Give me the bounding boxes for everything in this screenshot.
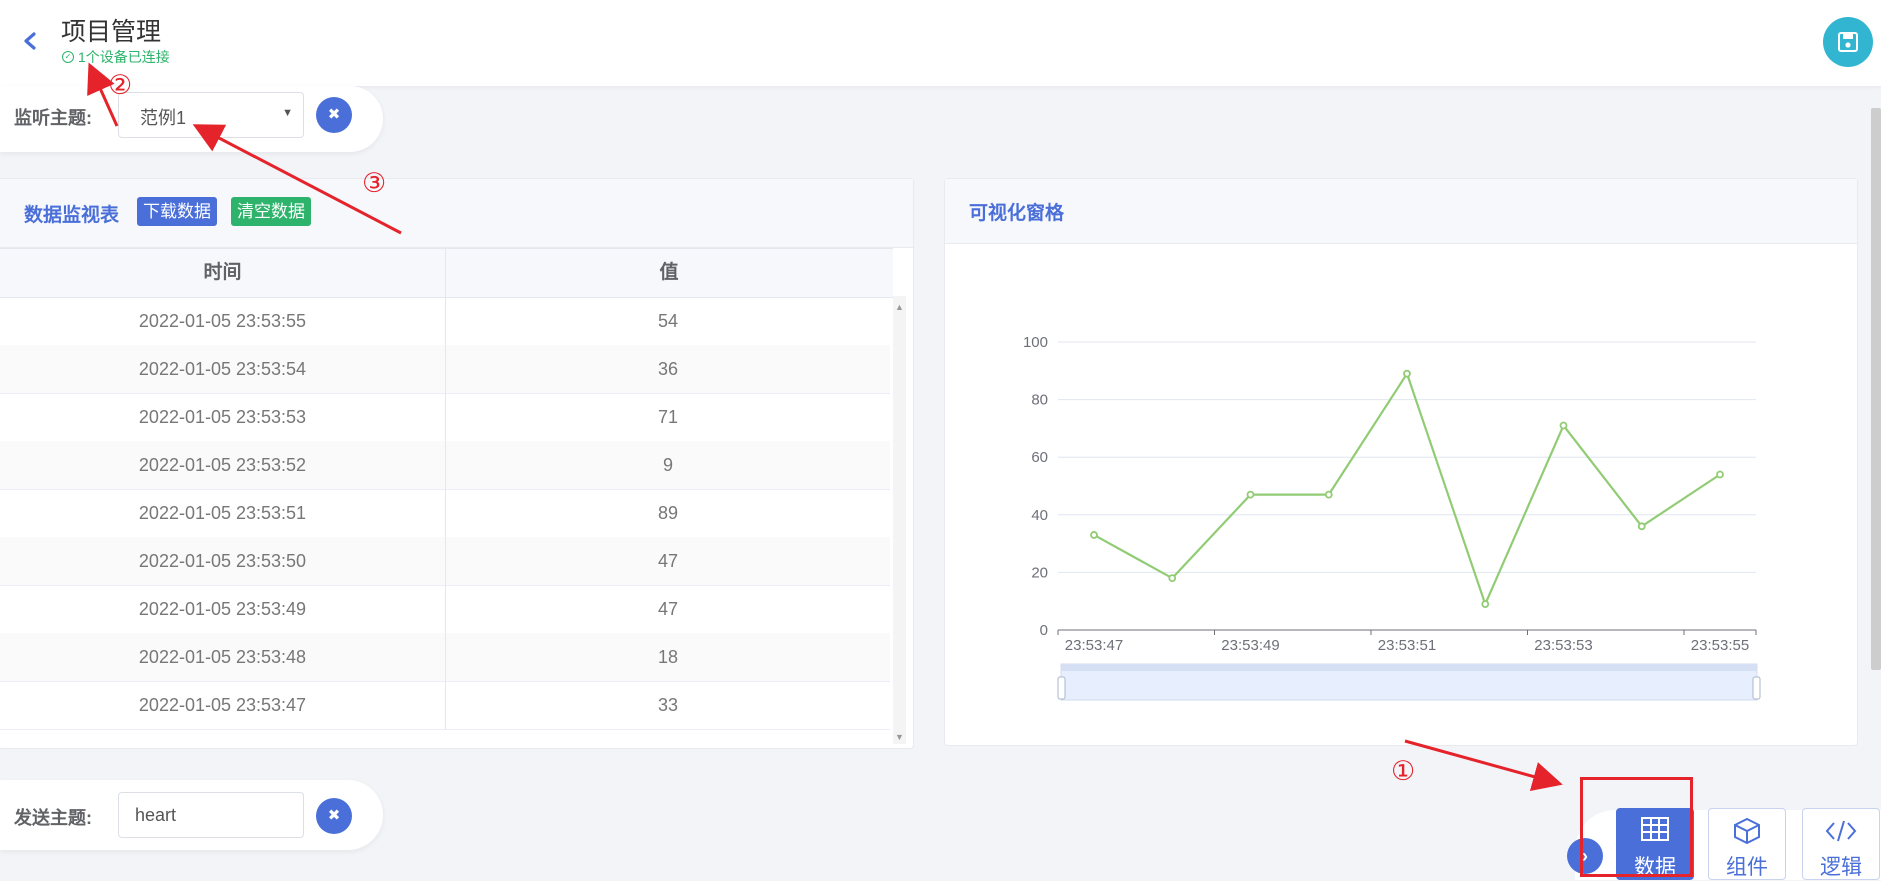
annotation-arrow-1 bbox=[1404, 739, 1563, 792]
annotation-arrows bbox=[87, 62, 1563, 792]
annotation-arrow-3 bbox=[192, 124, 402, 235]
annotation-arrow-2 bbox=[87, 62, 119, 127]
